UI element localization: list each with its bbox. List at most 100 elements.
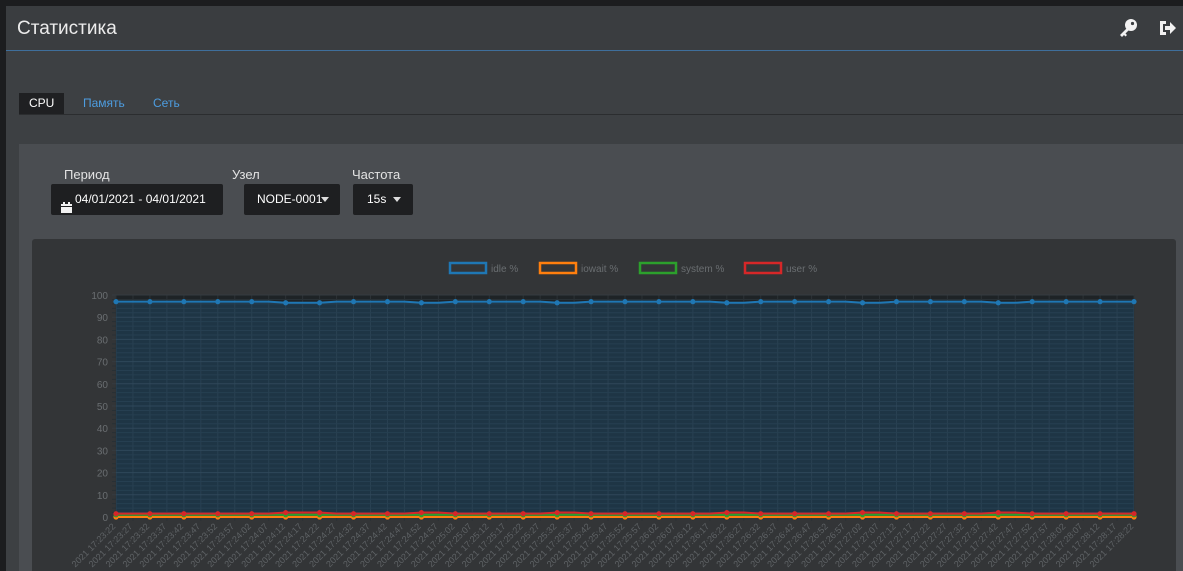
data-point xyxy=(1131,511,1137,517)
cpu-chart-container: 0 10 20 30 40 50 60 70 80 90 100 idle % iowait % syst… xyxy=(32,239,1176,571)
data-point xyxy=(690,511,696,517)
data-point xyxy=(1029,511,1035,517)
key-icon[interactable] xyxy=(1118,18,1138,43)
period-picker[interactable]: 04/01/2021 - 04/01/2021 xyxy=(51,184,223,215)
data-point xyxy=(656,299,662,305)
data-point xyxy=(215,511,221,517)
app-window: Статистика CPU Память Сеть Период 04/01/… xyxy=(6,6,1183,571)
data-point xyxy=(147,511,153,517)
data-point xyxy=(961,511,967,517)
data-point xyxy=(656,511,662,517)
data-point xyxy=(418,300,424,306)
data-point xyxy=(317,300,323,306)
data-point xyxy=(181,299,187,305)
y-tick-label: 40 xyxy=(97,424,109,435)
data-point xyxy=(893,299,900,305)
data-point xyxy=(792,299,798,305)
frequency-value: 15s xyxy=(367,192,387,206)
data-point xyxy=(859,509,866,516)
node-value: NODE-0001 xyxy=(257,192,323,206)
data-point xyxy=(1097,511,1103,517)
data-point xyxy=(1063,299,1069,305)
period-label: Период xyxy=(64,167,110,182)
data-point xyxy=(724,509,730,516)
y-tick-label: 50 xyxy=(97,402,109,413)
top-header: Статистика xyxy=(6,6,1183,51)
y-tick-label: 90 xyxy=(97,313,109,324)
data-point xyxy=(520,511,526,517)
legend-label: idle % xyxy=(491,264,518,275)
data-point xyxy=(622,511,628,517)
data-point xyxy=(1097,299,1103,305)
chevron-down-icon xyxy=(321,197,329,202)
data-point xyxy=(995,300,1001,306)
data-point xyxy=(927,299,934,305)
y-tick-label: 70 xyxy=(97,358,109,369)
node-select[interactable]: NODE-0001 xyxy=(244,184,340,215)
chevron-down-icon xyxy=(393,197,401,202)
data-point xyxy=(249,511,255,517)
tab-memory[interactable]: Память xyxy=(73,93,135,114)
data-point xyxy=(452,511,458,517)
calendar-icon xyxy=(61,194,72,225)
y-tick-label: 10 xyxy=(97,491,109,502)
data-point xyxy=(588,299,594,305)
legend-swatch xyxy=(448,261,488,275)
y-tick-label: 60 xyxy=(97,380,109,391)
data-point xyxy=(350,511,357,517)
node-label: Узел xyxy=(232,167,260,182)
data-point xyxy=(554,300,560,306)
data-point xyxy=(249,299,255,305)
y-tick-label: 20 xyxy=(97,469,109,480)
logout-icon[interactable] xyxy=(1158,18,1178,43)
data-point xyxy=(452,299,458,305)
data-point xyxy=(588,511,594,517)
data-point xyxy=(724,300,730,306)
y-tick-label: 0 xyxy=(102,513,108,524)
data-point xyxy=(350,299,357,305)
data-point xyxy=(181,511,187,517)
data-point xyxy=(384,511,391,517)
data-point xyxy=(554,509,560,516)
legend-label: user % xyxy=(786,264,817,275)
tab-cpu[interactable]: CPU xyxy=(19,93,65,114)
data-point xyxy=(995,509,1001,516)
legend-swatch xyxy=(538,261,578,275)
data-point xyxy=(859,300,866,306)
data-point xyxy=(418,509,424,516)
data-point xyxy=(758,511,764,517)
data-point xyxy=(622,299,628,305)
data-point xyxy=(927,511,934,517)
data-point xyxy=(113,511,119,517)
data-point xyxy=(690,299,696,305)
data-point xyxy=(113,299,119,305)
data-point xyxy=(486,299,492,305)
data-point xyxy=(486,511,492,517)
legend-label: iowait % xyxy=(581,264,618,275)
stats-panel: Период 04/01/2021 - 04/01/2021 Узел NODE… xyxy=(19,144,1183,571)
data-point xyxy=(283,509,289,516)
frequency-select[interactable]: 15s xyxy=(353,184,413,215)
data-point xyxy=(758,299,764,305)
y-tick-label: 100 xyxy=(91,291,108,302)
data-point xyxy=(792,511,798,517)
data-point xyxy=(384,299,391,305)
legend-swatch xyxy=(638,261,678,275)
data-point xyxy=(826,299,832,305)
tab-network[interactable]: Сеть xyxy=(143,93,190,114)
y-tick-label: 30 xyxy=(97,446,109,457)
data-point xyxy=(317,509,323,516)
series-area xyxy=(116,301,1134,517)
data-point xyxy=(520,299,526,305)
data-point xyxy=(1131,299,1137,305)
data-point xyxy=(215,299,221,305)
data-point xyxy=(1063,511,1069,517)
data-point xyxy=(1029,299,1035,305)
legend-swatch xyxy=(743,261,783,275)
page-title: Статистика xyxy=(17,18,117,39)
cpu-chart: 0 10 20 30 40 50 60 70 80 90 100 idle % iowait % syst… xyxy=(70,261,1137,569)
data-point xyxy=(961,299,967,305)
frequency-label: Частота xyxy=(352,167,401,182)
data-point xyxy=(283,300,289,306)
data-point xyxy=(147,299,153,305)
